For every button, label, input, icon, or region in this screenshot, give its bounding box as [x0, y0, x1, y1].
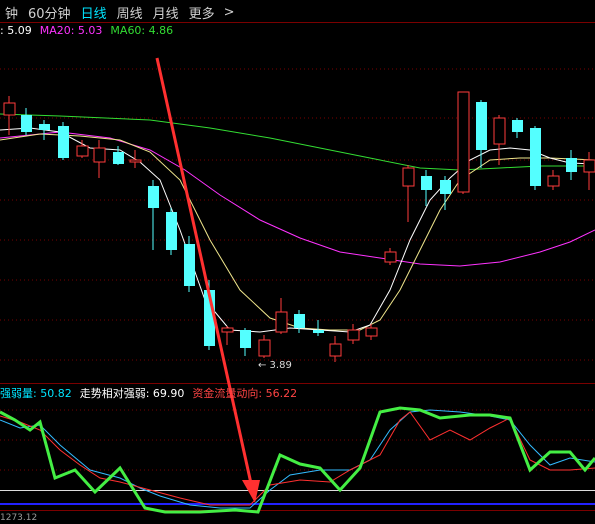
- candlestick: [166, 208, 177, 255]
- candle-body: [512, 120, 523, 132]
- candle-body: [421, 176, 432, 190]
- candlestick: [347, 324, 360, 344]
- candle-body: [476, 102, 487, 150]
- bottom-axis-label: 1273.12: [0, 513, 38, 523]
- indicator-fund-value: 资金流量动向: 56.22: [192, 387, 298, 400]
- candle-body: [294, 314, 305, 328]
- candle-body: [384, 251, 397, 263]
- low-price-label: ← 3.89: [258, 360, 292, 371]
- candle-body: [566, 158, 577, 172]
- candle-body: [58, 126, 69, 158]
- candle-body: [493, 117, 506, 145]
- candlestick: [129, 150, 142, 168]
- candlestick: [148, 180, 159, 250]
- candlestick: [457, 91, 470, 194]
- candlestick: [402, 165, 415, 222]
- candlestick: [93, 140, 106, 178]
- candle-body: [166, 212, 177, 250]
- candle-body: [21, 115, 32, 132]
- indicator-cyan-line: [0, 409, 595, 509]
- candle-body: [440, 180, 451, 194]
- tab-more[interactable]: 更多: [184, 3, 220, 22]
- tab-60min[interactable]: 60分钟: [23, 3, 76, 22]
- tab-monthly[interactable]: 月线: [148, 3, 184, 22]
- candlestick: [530, 126, 541, 190]
- candle-body: [258, 339, 271, 357]
- ma5-value: : 5.09: [0, 24, 32, 37]
- candlestick: [294, 310, 305, 333]
- ma20-line: [0, 131, 595, 267]
- ma60-value: MA60: 4.86: [110, 24, 174, 37]
- candle-body: [148, 186, 159, 208]
- candle-body: [583, 159, 595, 173]
- candlestick: [313, 320, 324, 336]
- candle-body: [129, 159, 142, 163]
- candlestick: [384, 248, 397, 265]
- candlestick: [113, 146, 124, 165]
- candle-body: [365, 327, 378, 337]
- ma60-line: [0, 113, 595, 171]
- candlestick: [58, 122, 69, 160]
- indicator-strength-value: 强弱量: 50.82: [0, 387, 72, 400]
- candlestick: [240, 328, 251, 356]
- candlestick: [476, 100, 487, 168]
- price-grid: [0, 22, 595, 511]
- candle-body: [221, 327, 234, 333]
- candle-body: [240, 330, 251, 348]
- period-tabs: 钟 60分钟 日线 周线 月线 更多 >: [0, 2, 235, 22]
- chevron-right-icon[interactable]: >: [220, 5, 235, 20]
- candlestick-group: [3, 91, 595, 362]
- candle-body: [530, 128, 541, 186]
- candle-body: [184, 244, 195, 286]
- candlestick: [76, 140, 89, 158]
- indicator-green-line: [0, 406, 595, 514]
- candlestick: [39, 120, 50, 140]
- candlestick: [221, 326, 234, 345]
- price-grid-dotted: [0, 68, 595, 471]
- candlestick: [275, 298, 288, 334]
- ma20-value: MA20: 5.03: [39, 24, 103, 37]
- arrow-head-icon: [242, 480, 260, 503]
- candlestick: [421, 170, 432, 206]
- ma-legend: : 5.09 MA20: 5.03 MA60: 4.86: [0, 24, 173, 37]
- kline-chart[interactable]: [0, 0, 595, 524]
- candle-body: [113, 152, 124, 164]
- candle-body: [547, 175, 560, 187]
- candlestick: [184, 236, 195, 292]
- candle-body: [76, 145, 89, 157]
- candlestick: [21, 108, 32, 135]
- candlestick: [258, 335, 271, 358]
- candle-body: [3, 102, 16, 116]
- candlestick: [329, 336, 342, 362]
- candle-body: [93, 147, 106, 163]
- candlestick: [493, 115, 506, 165]
- indicator-red-line: [0, 411, 595, 506]
- candle-body: [313, 330, 324, 333]
- tab-minute[interactable]: 钟: [0, 3, 23, 22]
- candle-body: [39, 124, 50, 130]
- candlestick: [566, 150, 577, 180]
- candlestick: [440, 176, 451, 210]
- candle-body: [457, 91, 470, 193]
- candle-body: [347, 329, 360, 341]
- ma10-line: [0, 133, 595, 331]
- indicator-trend-value: 走势相对强弱: 69.90: [79, 387, 185, 400]
- candlestick: [583, 152, 595, 190]
- arrow-annotation: [155, 57, 254, 489]
- tab-daily[interactable]: 日线: [76, 3, 112, 22]
- candlestick: [547, 170, 560, 190]
- candlestick: [512, 118, 523, 138]
- tab-weekly[interactable]: 周线: [112, 3, 148, 22]
- candle-body: [402, 167, 415, 187]
- candle-body: [329, 343, 342, 357]
- candle-body: [275, 311, 288, 333]
- indicator-legend: 强弱量: 50.82 走势相对强弱: 69.90 资金流量动向: 56.22: [0, 385, 297, 401]
